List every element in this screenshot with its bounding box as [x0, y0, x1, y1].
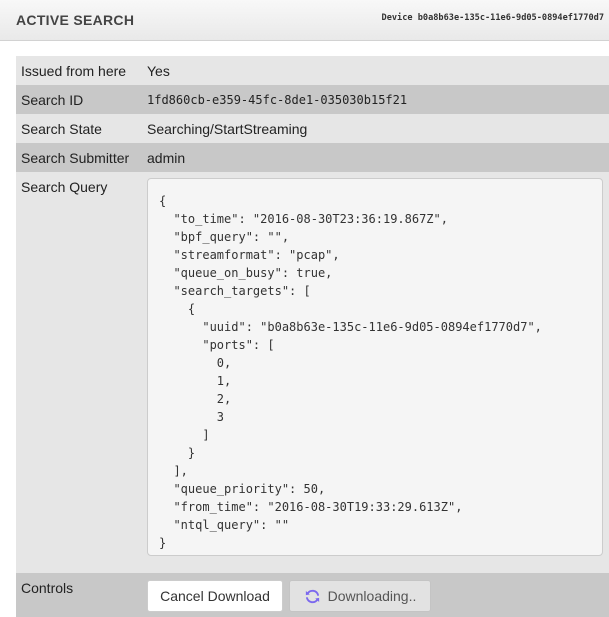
search-query-json: { "to_time": "2016-08-30T23:36:19.867Z",…: [159, 194, 542, 550]
search-state-label: Search State: [21, 121, 102, 137]
row-issued-from-here: Issued from here Yes: [16, 56, 609, 85]
search-submitter-value: admin: [147, 150, 186, 166]
row-search-state: Search State Searching/StartStreaming: [16, 114, 609, 143]
panel-title: ACTIVE SEARCH: [16, 12, 135, 28]
device-id-label: Device b0a8b63e-135c-11e6-9d05-0894ef177…: [381, 13, 604, 23]
refresh-icon: [305, 589, 319, 603]
controls-label: Controls: [21, 580, 74, 596]
search-query-label: Search Query: [21, 179, 108, 195]
search-id-label: Search ID: [21, 92, 84, 108]
issued-from-here-value: Yes: [147, 63, 170, 79]
search-details-table: Issued from here Yes Search ID 1fd860cb-…: [16, 56, 609, 617]
row-controls: Controls Cancel Download Downloading..: [16, 573, 609, 617]
row-search-submitter: Search Submitter admin: [16, 143, 609, 172]
cancel-download-button[interactable]: Cancel Download: [147, 580, 283, 612]
cancel-download-label: Cancel Download: [160, 588, 270, 604]
search-submitter-label: Search Submitter: [21, 150, 130, 166]
search-query-box[interactable]: { "to_time": "2016-08-30T23:36:19.867Z",…: [147, 178, 603, 556]
search-state-value: Searching/StartStreaming: [147, 121, 308, 137]
search-id-value: 1fd860cb-e359-45fc-8de1-035030b15f21: [147, 93, 408, 107]
issued-from-here-label: Issued from here: [21, 63, 127, 79]
row-search-id: Search ID 1fd860cb-e359-45fc-8de1-035030…: [16, 85, 609, 114]
downloading-label: Downloading..: [327, 588, 417, 604]
panel-header: ACTIVE SEARCH Device b0a8b63e-135c-11e6-…: [0, 0, 609, 41]
downloading-button[interactable]: Downloading..: [289, 580, 431, 612]
